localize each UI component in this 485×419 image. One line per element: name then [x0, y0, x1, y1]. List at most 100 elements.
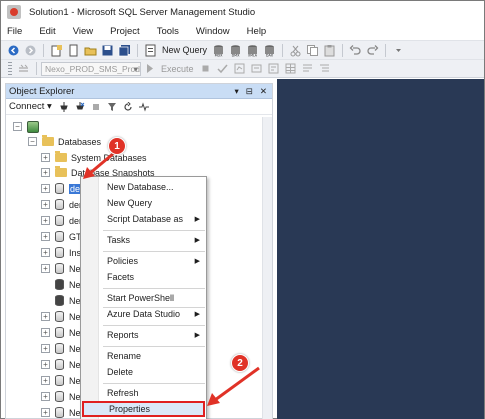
expand-icon[interactable]: +: [41, 200, 50, 209]
tree-row-database[interactable]: + Ne: [41, 341, 81, 356]
new-query-button[interactable]: New Query: [162, 45, 207, 55]
comment-icon[interactable]: [318, 62, 331, 75]
connect-object-explorer-icon[interactable]: [59, 101, 69, 112]
new-file-icon[interactable]: [67, 44, 80, 57]
execute-icon[interactable]: [143, 62, 156, 75]
parse-icon[interactable]: [216, 62, 229, 75]
menu-new-query[interactable]: New Query: [100, 195, 206, 211]
expand-icon[interactable]: +: [41, 392, 50, 401]
ssms-window: Solution1 - Microsoft SQL Server Managem…: [0, 0, 485, 419]
expand-icon[interactable]: +: [41, 312, 50, 321]
expand-icon[interactable]: +: [41, 248, 50, 257]
tree-row-databases[interactable]: − Databases: [28, 134, 101, 149]
object-explorer-scrollbar[interactable]: [262, 117, 272, 419]
tree-row-database[interactable]: + Ne: [41, 373, 81, 388]
back-icon[interactable]: [7, 44, 20, 57]
tree-row-database[interactable]: + Ne: [41, 389, 81, 404]
close-icon[interactable]: ✕: [260, 86, 267, 97]
expand-icon[interactable]: +: [41, 232, 50, 241]
menu-help[interactable]: Help: [247, 26, 267, 37]
execute-button[interactable]: Execute: [161, 64, 194, 74]
menu-edit[interactable]: Edit: [39, 26, 55, 37]
tree-row-database[interactable]: + der: [41, 213, 82, 228]
tree-row-database[interactable]: Ne: [55, 293, 81, 308]
menu-window[interactable]: Window: [196, 26, 230, 37]
xmla-query-icon[interactable]: XMLA: [246, 44, 259, 57]
new-project-icon[interactable]: [50, 44, 63, 57]
menu-properties[interactable]: Properties: [82, 401, 205, 417]
intellisense-icon[interactable]: [267, 62, 280, 75]
forward-icon[interactable]: [24, 44, 37, 57]
dax-query-icon[interactable]: DAX: [263, 44, 276, 57]
save-icon[interactable]: [101, 44, 114, 57]
menu-start-powershell[interactable]: Start PowerShell: [100, 290, 206, 306]
filter-icon[interactable]: [107, 102, 117, 112]
menu-policies[interactable]: Policies ▶: [100, 253, 206, 269]
stop-icon[interactable]: [91, 102, 101, 112]
tree-row-database[interactable]: + Ins: [41, 245, 81, 260]
expand-icon[interactable]: +: [41, 328, 50, 337]
expand-icon[interactable]: +: [41, 344, 50, 353]
tree-row-database[interactable]: + Ne: [41, 405, 81, 419]
database-engine-query-icon[interactable]: MDX: [212, 44, 225, 57]
redo-icon[interactable]: [366, 44, 379, 57]
refresh-icon[interactable]: [123, 101, 133, 112]
cut-icon[interactable]: [289, 44, 302, 57]
menu-tools[interactable]: Tools: [157, 26, 179, 37]
menu-tasks[interactable]: Tasks ▶: [100, 232, 206, 248]
tree-row-database[interactable]: Ne: [55, 277, 81, 292]
menu-facets[interactable]: Facets: [100, 269, 206, 285]
menu-delete[interactable]: Delete: [100, 364, 206, 380]
menu-refresh[interactable]: Refresh: [100, 385, 206, 401]
available-databases-select[interactable]: Nexo_PROD_SMS_Producti: [41, 61, 141, 76]
results-to-grid-icon[interactable]: [284, 62, 297, 75]
results-to-text-icon[interactable]: [301, 62, 314, 75]
analysis-query-icon[interactable]: DMX: [229, 44, 242, 57]
save-all-icon[interactable]: [118, 44, 131, 57]
menu-new-database[interactable]: New Database...: [100, 179, 206, 195]
tree-row-system-databases[interactable]: + System Databases: [41, 150, 147, 165]
menu-azure-data-studio[interactable]: Azure Data Studio ▶: [100, 306, 206, 322]
auto-hide-pin-icon[interactable]: ⊟: [246, 86, 253, 97]
paste-icon[interactable]: [323, 44, 336, 57]
collapse-icon[interactable]: −: [13, 122, 22, 131]
svg-text:XMLA: XMLA: [248, 53, 258, 57]
expand-icon[interactable]: +: [41, 360, 50, 369]
expand-icon[interactable]: +: [41, 376, 50, 385]
activity-monitor-icon[interactable]: [138, 101, 149, 112]
disconnect-icon[interactable]: [75, 101, 85, 112]
menu-reports[interactable]: Reports ▶: [100, 327, 206, 343]
expand-icon[interactable]: +: [41, 216, 50, 225]
tree-row-database[interactable]: + Ne: [41, 261, 81, 276]
new-query-icon[interactable]: [144, 44, 157, 57]
undo-icon[interactable]: [349, 44, 362, 57]
tree-row-database[interactable]: + der: [41, 197, 82, 212]
stop-icon[interactable]: [199, 62, 212, 75]
menu-file[interactable]: File: [7, 26, 22, 37]
toolbar-grip[interactable]: [8, 62, 12, 75]
window-position-icon[interactable]: ▾: [234, 86, 238, 97]
tree-row-database[interactable]: + Ne: [41, 309, 81, 324]
query-options-icon[interactable]: [250, 62, 263, 75]
menu-view[interactable]: View: [73, 26, 93, 37]
copy-icon[interactable]: [306, 44, 319, 57]
expand-icon[interactable]: +: [41, 184, 50, 193]
tree-row-database[interactable]: + Ne: [41, 325, 81, 340]
tree-row-database[interactable]: + GT: [41, 229, 82, 244]
change-connection-icon[interactable]: [17, 62, 30, 75]
tree-row-selected-database[interactable]: + der: [41, 181, 85, 196]
expand-icon[interactable]: +: [41, 264, 50, 273]
menu-project[interactable]: Project: [110, 26, 140, 37]
toolbar-options-icon[interactable]: [392, 44, 405, 57]
display-plan-icon[interactable]: [233, 62, 246, 75]
collapse-icon[interactable]: −: [28, 137, 37, 146]
tree-row-server[interactable]: −: [13, 119, 44, 134]
open-file-icon[interactable]: [84, 44, 97, 57]
connect-button[interactable]: Connect ▾: [9, 101, 52, 112]
expand-icon[interactable]: +: [41, 168, 50, 177]
menu-rename[interactable]: Rename: [100, 348, 206, 364]
tree-row-database[interactable]: + Ne: [41, 357, 81, 372]
expand-icon[interactable]: +: [41, 153, 50, 162]
menu-script-database-as[interactable]: Script Database as ▶: [100, 211, 206, 227]
expand-icon[interactable]: +: [41, 408, 50, 417]
